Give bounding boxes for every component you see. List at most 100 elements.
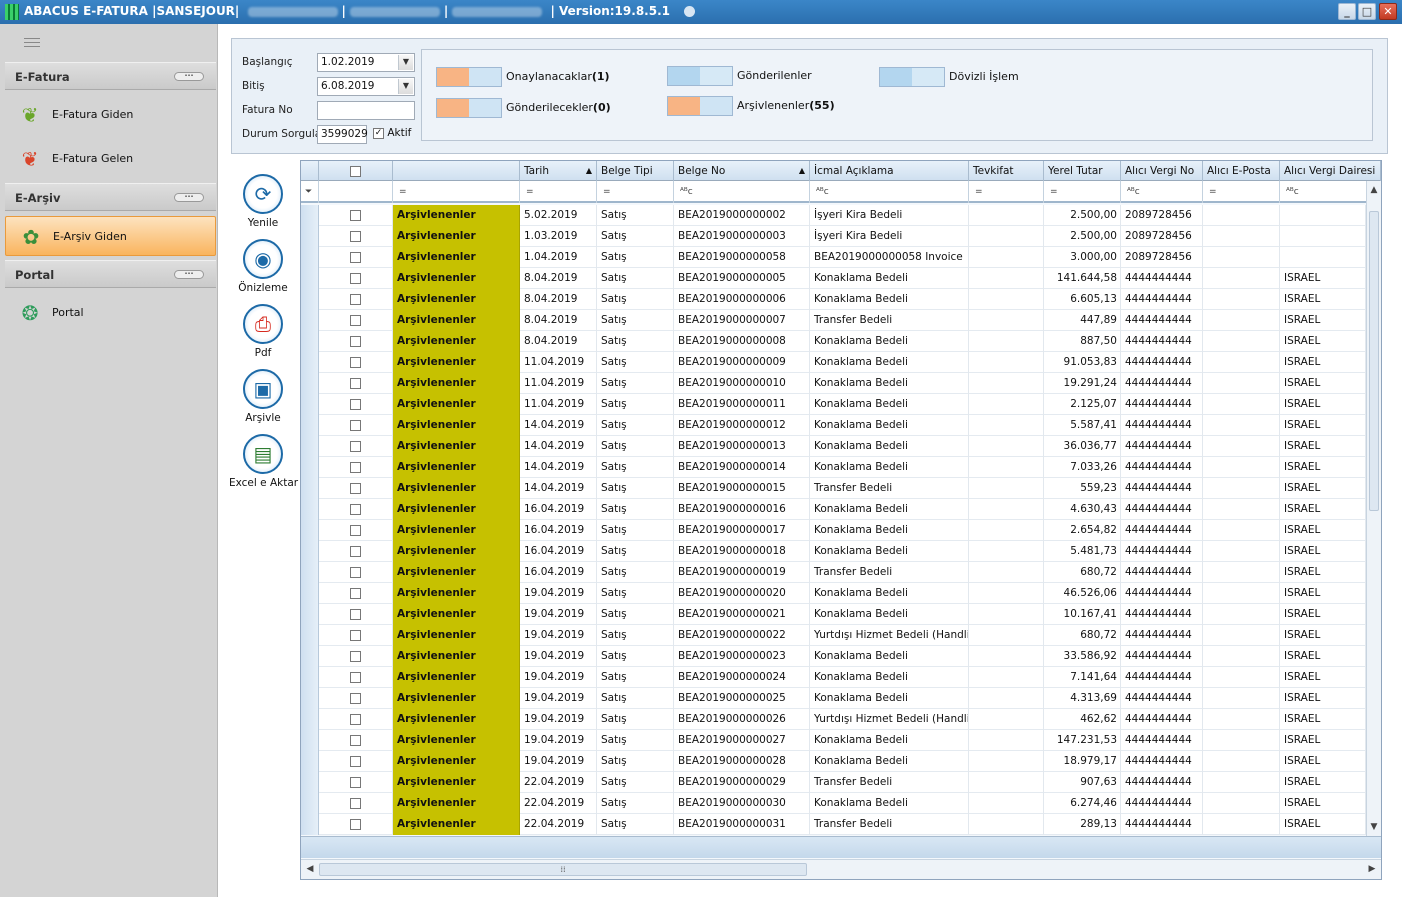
table-row[interactable]: Arşivlenenler 22.04.2019 Satış BEA201900000… xyxy=(301,793,1366,814)
start-date-picker[interactable]: 1.02.2019 ▼ xyxy=(317,53,415,72)
more-icon[interactable]: ··· xyxy=(174,193,204,202)
table-row[interactable]: Arşivlenenler 14.04.2019 Satış BEA201900000… xyxy=(301,478,1366,499)
row-checkbox[interactable] xyxy=(350,335,361,347)
row-checkbox[interactable] xyxy=(350,776,361,788)
scroll-up-icon[interactable]: ▲ xyxy=(1367,183,1381,197)
column-header-alici-vergi-dairesi[interactable]: Alıcı Vergi Dairesi xyxy=(1280,161,1381,181)
legend-gonderilecekler[interactable]: Gönderilecekler(0) xyxy=(436,98,611,118)
row-checkbox[interactable] xyxy=(350,629,361,641)
row-checkbox[interactable] xyxy=(350,398,361,410)
row-checkbox[interactable] xyxy=(350,314,361,326)
row-checkbox[interactable] xyxy=(350,713,361,725)
sidebar-item-portal[interactable]: ❂ Portal xyxy=(5,293,216,333)
row-checkbox[interactable] xyxy=(350,209,361,221)
filter-cell-vergi-no[interactable]: ᴬᴮc xyxy=(1121,181,1203,203)
row-checkbox[interactable] xyxy=(350,671,361,683)
column-header-alici-vergi-no[interactable]: Alıcı Vergi No xyxy=(1121,161,1203,181)
row-checkbox[interactable] xyxy=(350,419,361,431)
row-checkbox[interactable] xyxy=(350,293,361,305)
column-header-tarih[interactable]: Tarih ▲ xyxy=(520,161,597,181)
menu-icon[interactable] xyxy=(24,38,40,47)
horizontal-scrollbar[interactable]: ◀ ⁞⁞ ▶ xyxy=(301,859,1381,879)
table-row[interactable]: Arşivlenenler 1.03.2019 Satış BEA2019000000… xyxy=(301,226,1366,247)
table-row[interactable]: Arşivlenenler 11.04.2019 Satış BEA201900000… xyxy=(301,394,1366,415)
row-checkbox[interactable] xyxy=(350,461,361,473)
column-header-alici-eposta[interactable]: Alıcı E-Posta xyxy=(1203,161,1280,181)
row-checkbox[interactable] xyxy=(350,503,361,515)
filter-cell-belge-no[interactable]: ᴬᴮc xyxy=(674,181,810,203)
row-checkbox[interactable] xyxy=(350,587,361,599)
invoice-no-input[interactable] xyxy=(317,101,415,120)
filter-cell-tarih[interactable]: = xyxy=(520,181,597,203)
chevron-down-icon[interactable]: ▼ xyxy=(398,55,413,70)
filter-cell-icmal[interactable]: ᴬᴮc xyxy=(810,181,969,203)
sidebar-item-earsiv-giden[interactable]: ✿ E-Arşiv Giden xyxy=(5,216,216,256)
legend-arsivlenenler[interactable]: Arşivlenenler(55) xyxy=(667,96,835,116)
status-column-header[interactable] xyxy=(393,161,520,181)
more-icon[interactable]: ··· xyxy=(174,270,204,279)
row-checkbox[interactable] xyxy=(350,608,361,620)
scroll-right-icon[interactable]: ▶ xyxy=(1365,863,1379,876)
refresh-button[interactable]: ⟳ Yenile xyxy=(229,174,297,234)
legend-onaylanacaklar[interactable]: Onaylanacaklar(1) xyxy=(436,67,610,87)
row-checkbox[interactable] xyxy=(350,524,361,536)
table-row[interactable]: Arşivlenenler 8.04.2019 Satış BEA2019000000… xyxy=(301,310,1366,331)
filter-cell-belge-tipi[interactable]: = xyxy=(597,181,674,203)
table-row[interactable]: Arşivlenenler 22.04.2019 Satış BEA201900000… xyxy=(301,772,1366,793)
more-icon[interactable]: ··· xyxy=(174,72,204,81)
filter-cell-tevkifat[interactable]: = xyxy=(969,181,1044,203)
row-checkbox[interactable] xyxy=(350,272,361,284)
row-checkbox[interactable] xyxy=(350,356,361,368)
maximize-button[interactable]: □ xyxy=(1358,3,1376,20)
row-checkbox[interactable] xyxy=(350,566,361,578)
sidebar-group-earsiv[interactable]: E-Arşiv ··· xyxy=(5,183,216,211)
status-query-input[interactable]: 3599029 xyxy=(317,125,368,144)
table-row[interactable]: Arşivlenenler 19.04.2019 Satış BEA201900000… xyxy=(301,667,1366,688)
legend-dovizli-islem[interactable]: Dövizli İşlem xyxy=(879,67,1019,87)
preview-button[interactable]: ◉ Önizleme xyxy=(229,239,297,299)
scroll-thumb[interactable]: ⁞⁞ xyxy=(319,863,807,876)
sidebar-group-portal[interactable]: Portal ··· xyxy=(5,260,216,288)
row-checkbox[interactable] xyxy=(350,818,361,830)
scroll-down-icon[interactable]: ▼ xyxy=(1367,820,1381,834)
end-date-picker[interactable]: 6.08.2019 ▼ xyxy=(317,77,415,96)
table-row[interactable]: Arşivlenenler 11.04.2019 Satış BEA201900000… xyxy=(301,373,1366,394)
column-header-belge-tipi[interactable]: Belge Tipi xyxy=(597,161,674,181)
row-checkbox[interactable] xyxy=(350,440,361,452)
column-header-tevkifat[interactable]: Tevkifat xyxy=(969,161,1044,181)
excel-export-button[interactable]: ▤ Excel e Aktar xyxy=(229,434,298,494)
filter-cell-vergi-dairesi[interactable]: ᴬᴮc xyxy=(1280,181,1368,203)
row-checkbox[interactable] xyxy=(350,734,361,746)
select-all-checkbox[interactable] xyxy=(350,165,361,177)
table-row[interactable]: Arşivlenenler 19.04.2019 Satış BEA201900000… xyxy=(301,583,1366,604)
table-row[interactable]: Arşivlenenler 8.04.2019 Satış BEA2019000000… xyxy=(301,268,1366,289)
minimize-button[interactable]: _ xyxy=(1338,3,1356,20)
chevron-down-icon[interactable]: ▼ xyxy=(398,79,413,94)
table-row[interactable]: Arşivlenenler 8.04.2019 Satış BEA2019000000… xyxy=(301,289,1366,310)
table-row[interactable]: Arşivlenenler 16.04.2019 Satış BEA201900000… xyxy=(301,520,1366,541)
table-row[interactable]: Arşivlenenler 16.04.2019 Satış BEA201900000… xyxy=(301,499,1366,520)
pdf-button[interactable]: ⎙ Pdf xyxy=(229,304,297,364)
table-row[interactable]: Arşivlenenler 16.04.2019 Satış BEA201900000… xyxy=(301,541,1366,562)
table-row[interactable]: Arşivlenenler 14.04.2019 Satış BEA201900000… xyxy=(301,415,1366,436)
row-checkbox[interactable] xyxy=(350,377,361,389)
table-row[interactable]: Arşivlenenler 19.04.2019 Satış BEA201900000… xyxy=(301,625,1366,646)
table-row[interactable]: Arşivlenenler 14.04.2019 Satış BEA201900000… xyxy=(301,457,1366,478)
row-checkbox[interactable] xyxy=(350,251,361,263)
filter-cell[interactable] xyxy=(319,181,393,203)
row-checkbox[interactable] xyxy=(350,755,361,767)
row-checkbox[interactable] xyxy=(350,692,361,704)
table-row[interactable]: Arşivlenenler 11.04.2019 Satış BEA201900000… xyxy=(301,352,1366,373)
close-button[interactable]: ✕ xyxy=(1379,3,1397,20)
table-row[interactable]: Arşivlenenler 19.04.2019 Satış BEA201900000… xyxy=(301,604,1366,625)
table-row[interactable]: Arşivlenenler 8.04.2019 Satış BEA2019000000… xyxy=(301,331,1366,352)
row-checkbox[interactable] xyxy=(350,650,361,662)
sidebar-item-efatura-giden[interactable]: ❦ E-Fatura Giden xyxy=(5,95,216,135)
sort-icon[interactable]: ▲ xyxy=(799,161,805,181)
table-row[interactable]: Arşivlenenler 14.04.2019 Satış BEA201900000… xyxy=(301,436,1366,457)
table-row[interactable]: Arşivlenenler 22.04.2019 Satış BEA201900000… xyxy=(301,814,1366,835)
archive-button[interactable]: ▣ Arşivle xyxy=(229,369,297,429)
table-row[interactable]: Arşivlenenler 19.04.2019 Satış BEA201900000… xyxy=(301,751,1366,772)
table-row[interactable]: Arşivlenenler 1.04.2019 Satış BEA2019000000… xyxy=(301,247,1366,268)
row-checkbox[interactable] xyxy=(350,797,361,809)
